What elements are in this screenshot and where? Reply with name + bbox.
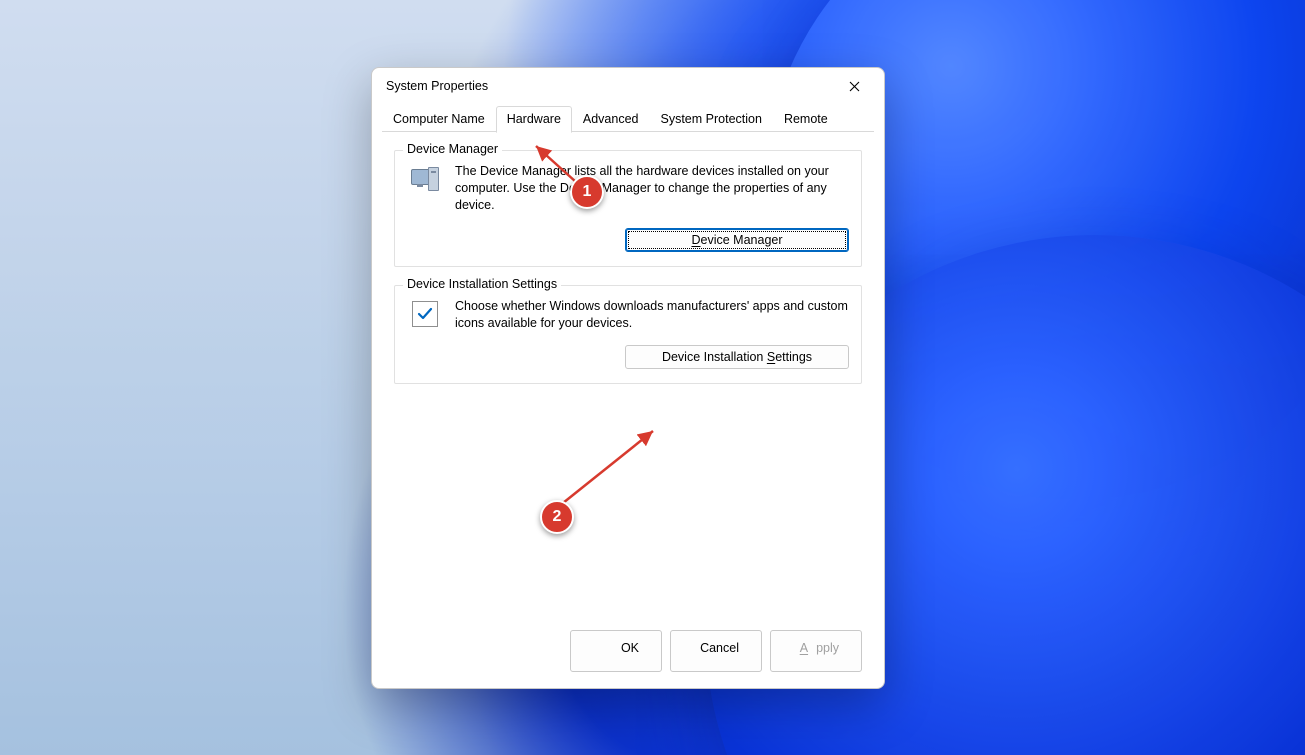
group-title: Device Installation Settings: [403, 277, 561, 291]
group-device-manager: Device Manager The Device Manager lists …: [394, 150, 862, 267]
ok-button[interactable]: OK: [570, 630, 662, 672]
dialog-footer: OK Cancel Apply: [372, 620, 884, 688]
close-icon: [849, 81, 860, 92]
device-installation-description: Choose whether Windows downloads manufac…: [455, 298, 849, 332]
tab-computer-name[interactable]: Computer Name: [382, 106, 496, 132]
annotation-step-2: 2: [540, 500, 574, 534]
device-manager-description: The Device Manager lists all the hardwar…: [455, 163, 849, 214]
cancel-button[interactable]: Cancel: [670, 630, 762, 672]
window-title: System Properties: [386, 79, 488, 93]
titlebar: System Properties: [372, 68, 884, 104]
group-device-installation: Device Installation Settings Choose whet…: [394, 285, 862, 385]
system-properties-dialog: System Properties Computer Name Hardware…: [371, 67, 885, 689]
apply-button[interactable]: Apply: [770, 630, 862, 672]
tab-remote[interactable]: Remote: [773, 106, 839, 132]
close-button[interactable]: [832, 71, 876, 101]
device-manager-button[interactable]: Device Manager: [625, 228, 849, 252]
tab-advanced[interactable]: Advanced: [572, 106, 650, 132]
annotation-step-1: 1: [570, 175, 604, 209]
tab-system-protection[interactable]: System Protection: [650, 106, 773, 132]
device-installation-settings-button[interactable]: Device Installation Settings: [625, 345, 849, 369]
tab-strip: Computer Name Hardware Advanced System P…: [372, 104, 884, 132]
tab-content: Device Manager The Device Manager lists …: [372, 132, 884, 620]
tab-hardware[interactable]: Hardware: [496, 106, 572, 133]
group-title: Device Manager: [403, 142, 502, 156]
device-manager-icon: [407, 163, 443, 214]
checkmark-icon: [407, 298, 443, 332]
